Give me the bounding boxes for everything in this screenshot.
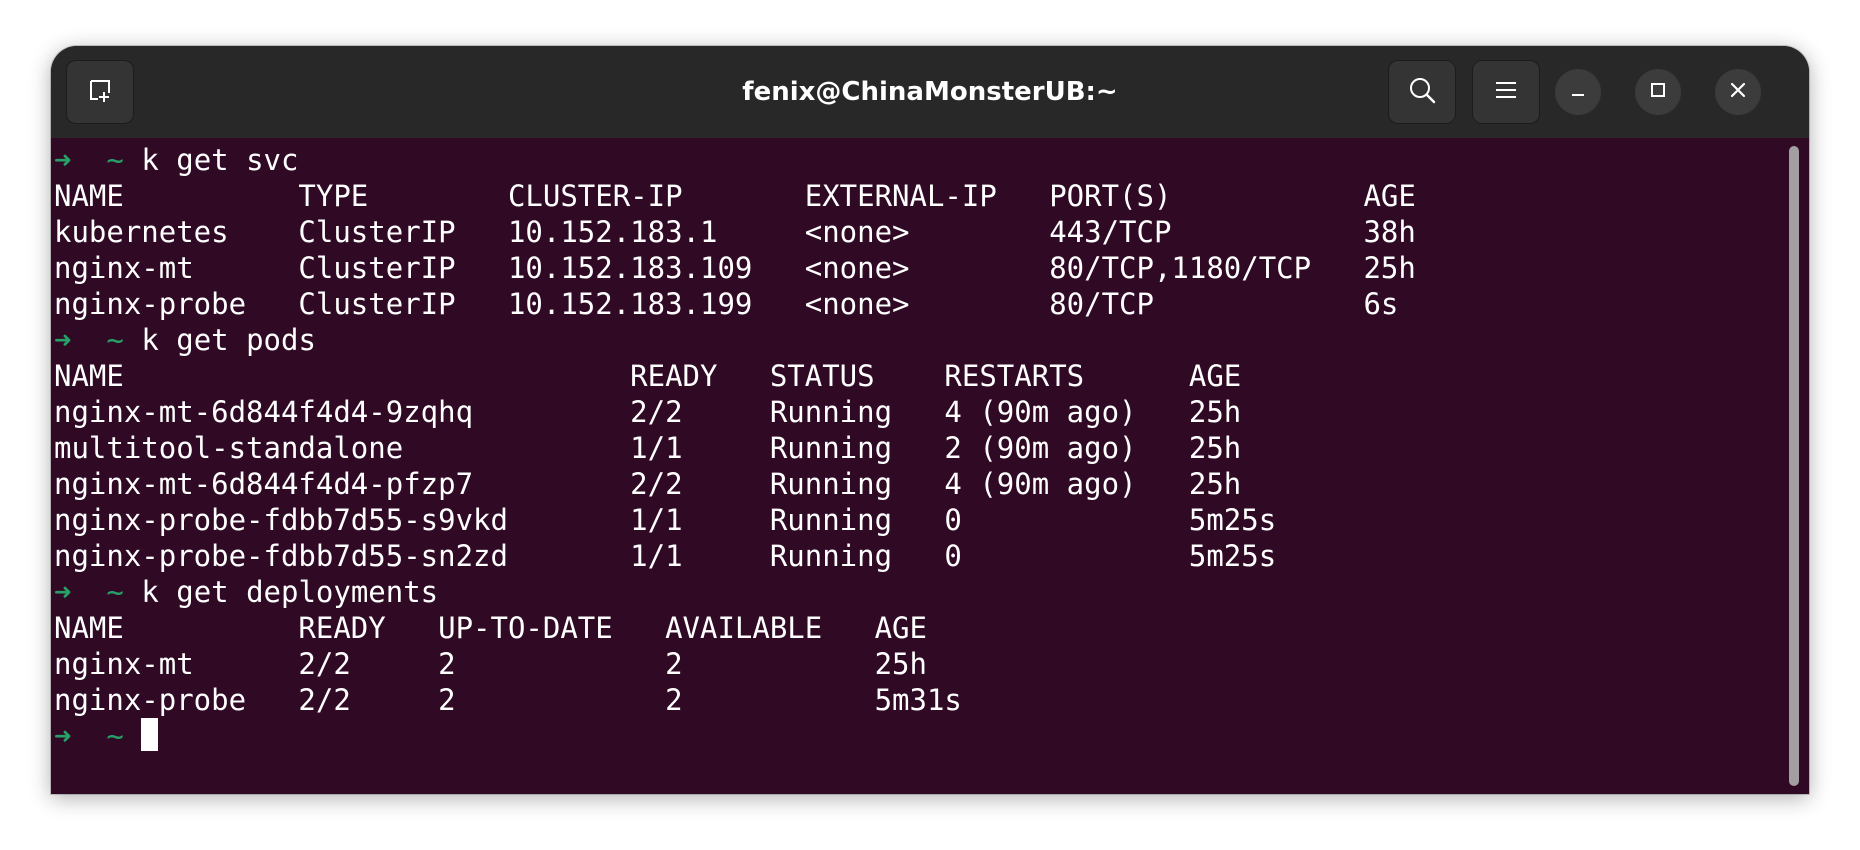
maximize-icon	[1648, 80, 1668, 105]
output-line: NAME READY STATUS RESTARTS AGE	[54, 359, 1242, 393]
terminal-view[interactable]: ➜ ~ k get svc NAME TYPE CLUSTER-IP EXTERN…	[51, 138, 1809, 794]
close-button[interactable]	[1715, 69, 1761, 115]
prompt-arrow-icon: ➜	[54, 323, 72, 357]
output-line: multitool-standalone 1/1 Running 2 (90m …	[54, 431, 1242, 465]
output-line: nginx-probe ClusterIP 10.152.183.199 <no…	[54, 287, 1399, 321]
header-bar: fenix@ChinaMonsterUB:~	[51, 46, 1809, 138]
prompt-directory: ~	[106, 143, 124, 177]
maximize-button[interactable]	[1635, 69, 1681, 115]
prompt-line: ➜ ~ k get deployments	[54, 574, 1416, 610]
search-icon	[1407, 75, 1437, 110]
prompt-line: ➜ ~ k get pods	[54, 322, 1416, 358]
command-text: k get pods	[141, 323, 316, 357]
prompt-directory: ~	[106, 575, 124, 609]
menu-button[interactable]	[1472, 60, 1540, 124]
terminal-output: ➜ ~ k get svc NAME TYPE CLUSTER-IP EXTERN…	[54, 142, 1416, 754]
prompt-arrow-icon: ➜	[54, 575, 72, 609]
command-text: k get deployments	[141, 575, 439, 609]
command-text: k get svc	[141, 143, 299, 177]
prompt-arrow-icon: ➜	[54, 719, 72, 753]
output-line: nginx-probe-fdbb7d55-s9vkd 1/1 Running 0…	[54, 503, 1277, 537]
prompt-line: ➜ ~ k get svc	[54, 142, 1416, 178]
scrollbar[interactable]	[1789, 146, 1799, 786]
output-line: nginx-probe-fdbb7d55-sn2zd 1/1 Running 0…	[54, 539, 1277, 573]
output-line: nginx-mt 2/2 2 2 25h	[54, 647, 927, 681]
minimize-icon	[1568, 80, 1588, 105]
search-button[interactable]	[1388, 60, 1456, 124]
window-title: fenix@ChinaMonsterUB:~	[742, 77, 1118, 107]
new-tab-icon	[85, 75, 115, 110]
output-line: nginx-probe 2/2 2 2 5m31s	[54, 683, 962, 717]
minimize-button[interactable]	[1555, 69, 1601, 115]
prompt-line: ➜ ~	[54, 718, 1416, 754]
prompt-directory: ~	[106, 323, 124, 357]
new-tab-button[interactable]	[66, 60, 134, 124]
text-cursor	[141, 718, 159, 751]
prompt-arrow-icon: ➜	[54, 143, 72, 177]
output-line: nginx-mt-6d844f4d4-pfzp7 2/2 Running 4 (…	[54, 467, 1242, 501]
hamburger-menu-icon	[1493, 77, 1519, 108]
output-line: NAME READY UP-TO-DATE AVAILABLE AGE	[54, 611, 927, 645]
output-line: nginx-mt-6d844f4d4-9zqhq 2/2 Running 4 (…	[54, 395, 1242, 429]
output-line: NAME TYPE CLUSTER-IP EXTERNAL-IP PORT(S)…	[54, 179, 1416, 213]
prompt-directory: ~	[106, 719, 124, 753]
output-line: kubernetes ClusterIP 10.152.183.1 <none>…	[54, 215, 1416, 249]
output-line: nginx-mt ClusterIP 10.152.183.109 <none>…	[54, 251, 1416, 285]
close-icon	[1728, 80, 1748, 105]
terminal-window: fenix@ChinaMonsterUB:~ ➜ ~ k get svc NAM…	[51, 46, 1809, 794]
